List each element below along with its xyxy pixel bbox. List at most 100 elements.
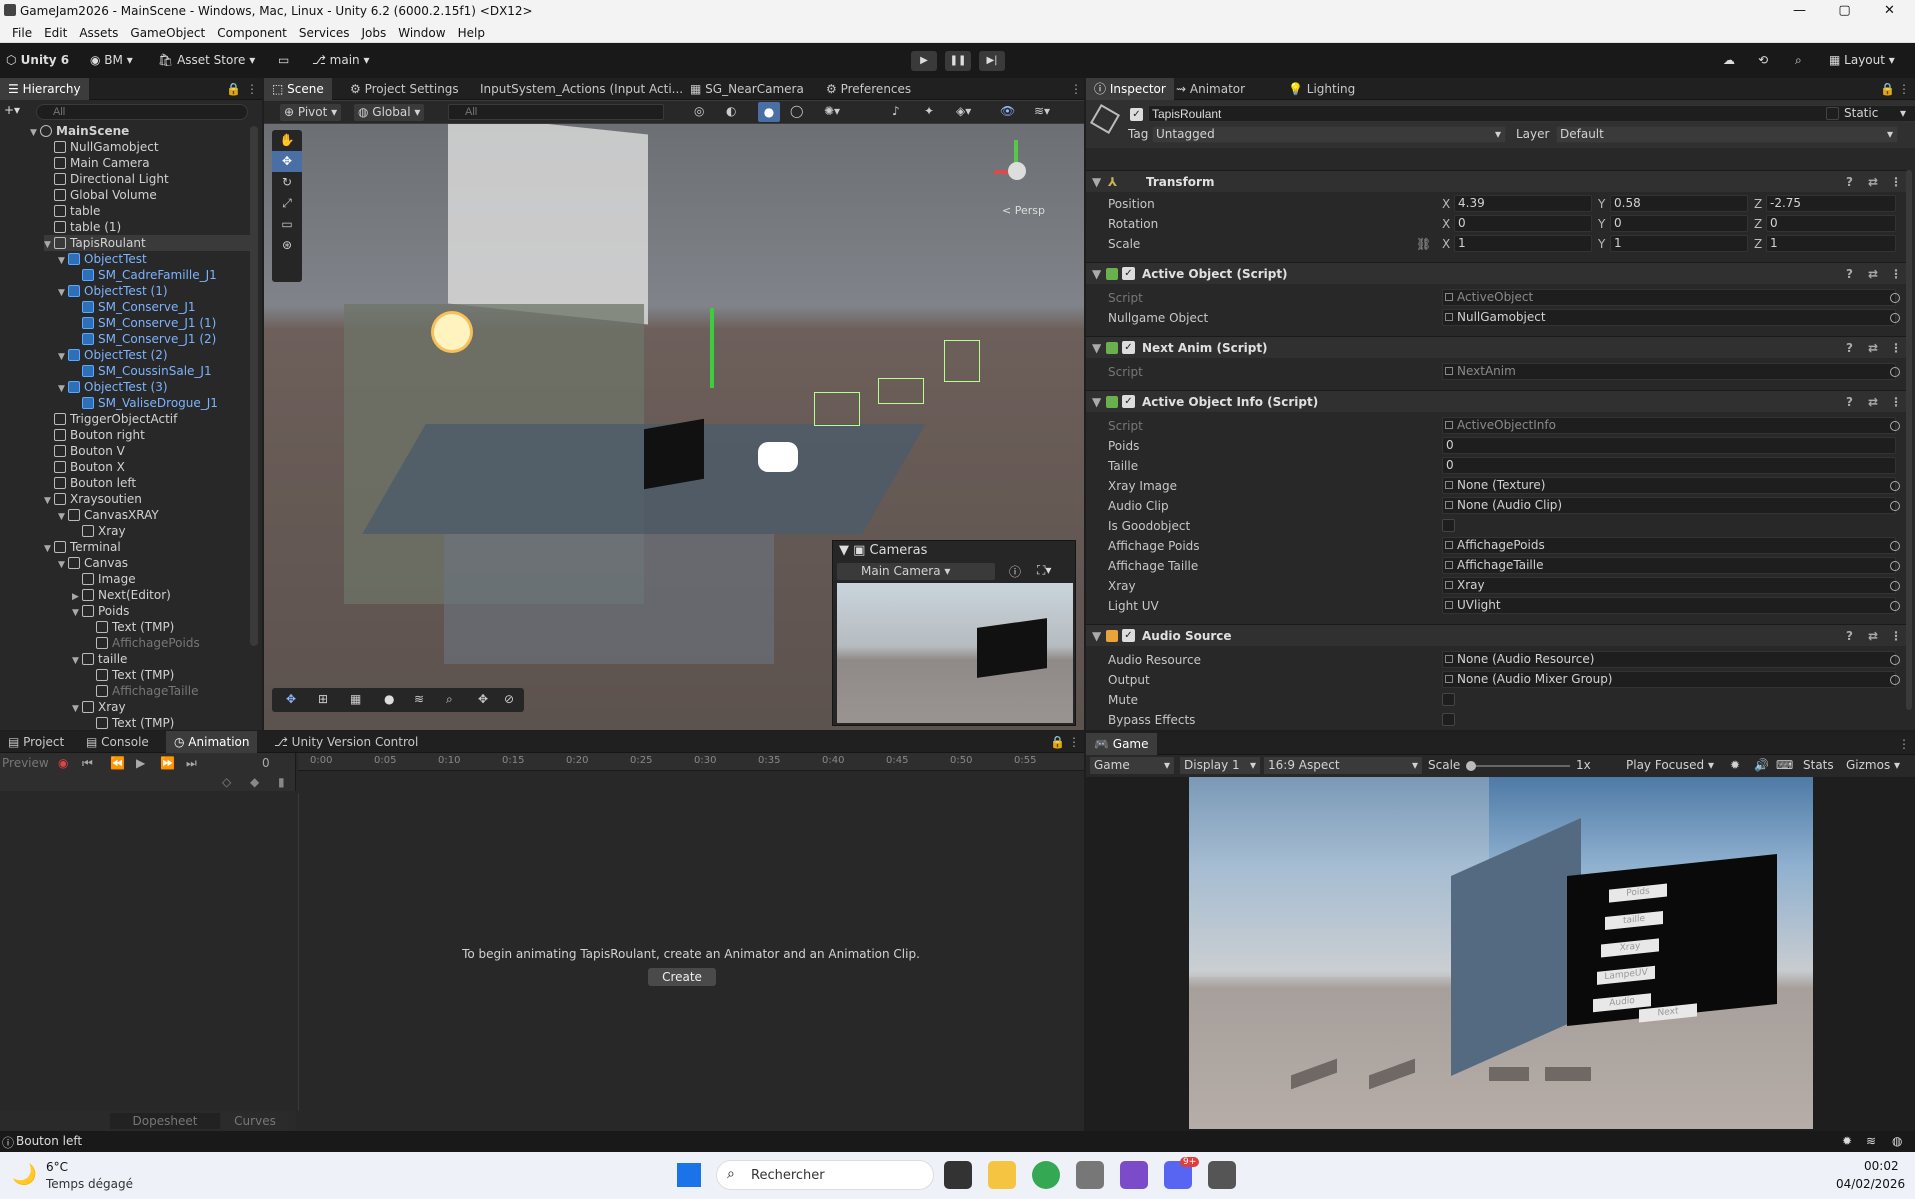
expand-arrow-icon[interactable]: ▼ xyxy=(44,541,54,557)
display-dropdown[interactable]: Display 1 ▾ xyxy=(1180,757,1260,774)
rotation-y-field[interactable]: 0 xyxy=(1610,215,1748,232)
weather-desc[interactable]: Temps dégagé xyxy=(46,1177,133,1191)
chrome-icon[interactable] xyxy=(1032,1161,1060,1189)
expand-arrow-icon[interactable]: ▼ xyxy=(58,381,68,397)
lock-icon[interactable]: 🔒 xyxy=(226,82,241,96)
layer-dropdown[interactable]: Default ▾ xyxy=(1556,126,1898,143)
overlay-layers-icon[interactable]: ≋ xyxy=(414,692,424,706)
game-terminal-button[interactable]: Poids xyxy=(1609,883,1667,903)
add-event-icon[interactable]: ◆ xyxy=(250,775,259,789)
component-menu-icon[interactable]: ⋮ xyxy=(1890,625,1902,647)
game-terminal-button[interactable]: Xray xyxy=(1601,938,1659,958)
tab-game[interactable]: 🎮 Game xyxy=(1086,733,1157,755)
persp-label[interactable]: < Persp xyxy=(1002,204,1045,217)
transform-header[interactable]: ▼ ⅄ Transform? ⇄ ⋮ xyxy=(1086,170,1906,192)
frame-field[interactable]: 0 xyxy=(262,756,270,770)
audio-source-header[interactable]: ▼ ✓ Audio Source? ⇄ ⋮ xyxy=(1086,624,1906,646)
hierarchy-item[interactable]: SM_Conserve_J1 (2) xyxy=(72,331,216,347)
status-message[interactable]: Bouton left xyxy=(16,1134,82,1148)
object-name-input[interactable] xyxy=(1148,105,1915,122)
step-button[interactable]: ▶| xyxy=(979,51,1005,71)
menu-component[interactable]: Component xyxy=(217,26,287,40)
object-picker-icon[interactable] xyxy=(1890,367,1900,377)
overlay-align-icon[interactable]: ⊞ xyxy=(318,692,328,706)
object-picker-icon[interactable] xyxy=(1890,601,1900,611)
menu-gameobject[interactable]: GameObject xyxy=(130,26,205,40)
clock-time[interactable]: 00:02 xyxy=(1864,1159,1899,1173)
hand-tool-icon[interactable]: ✋ xyxy=(272,130,302,151)
orientation-gizmo[interactable] xyxy=(990,140,1050,200)
hierarchy-item[interactable]: NullGamobject xyxy=(44,139,159,155)
scale-tool-icon[interactable]: ⤢ xyxy=(272,193,302,214)
property-field[interactable]: None (Audio Clip) xyxy=(1442,497,1896,514)
component-menu-icon[interactable]: ⋮ xyxy=(1890,337,1902,359)
hierarchy-item[interactable]: ▼ ObjectTest (2) xyxy=(58,347,168,363)
position-y-field[interactable]: 0.58 xyxy=(1610,195,1748,212)
menu-services[interactable]: Services xyxy=(299,26,350,40)
taskbar-search[interactable]: ⌕ Rechercher xyxy=(716,1160,934,1190)
filter-icon[interactable]: ▮ xyxy=(278,775,285,789)
hierarchy-item[interactable]: Bouton X xyxy=(44,459,125,475)
menu-jobs[interactable]: Jobs xyxy=(362,26,387,40)
rect-tool-icon[interactable]: ▭ xyxy=(272,214,302,235)
object-picker-icon[interactable] xyxy=(1890,581,1900,591)
component-menu-icon[interactable]: ⋮ xyxy=(1890,171,1902,193)
curves-button[interactable]: Curves xyxy=(222,1113,288,1129)
minimize-button[interactable]: — xyxy=(1777,0,1822,23)
menu-edit[interactable]: Edit xyxy=(44,26,67,40)
branch-dropdown[interactable]: ⎇ main ▾ xyxy=(312,50,369,71)
hierarchy-item[interactable]: SM_CoussinSale_J1 xyxy=(72,363,212,379)
hierarchy-item[interactable]: ▼ taille xyxy=(72,651,127,667)
property-field[interactable]: None (Audio Resource) xyxy=(1442,651,1896,668)
visibility-icon[interactable]: 👁 xyxy=(1000,104,1015,118)
component-enabled-checkbox[interactable]: ✓ xyxy=(1122,629,1135,642)
next-keyframe-icon[interactable]: ⏩ xyxy=(160,756,175,770)
active-object-header[interactable]: ▼ ✓ Active Object (Script)? ⇄ ⋮ xyxy=(1086,262,1906,284)
maximize-button[interactable]: ▢ xyxy=(1822,0,1867,23)
overlay-grid-icon[interactable]: ▦ xyxy=(350,692,361,706)
preset-icon[interactable]: ⇄ xyxy=(1868,263,1878,285)
last-keyframe-icon[interactable]: ⏭ xyxy=(186,756,197,771)
rotate-tool-icon[interactable]: ↻ xyxy=(272,172,302,193)
more-menu-icon[interactable]: ⋮ xyxy=(1068,735,1080,749)
scene-search-input[interactable] xyxy=(448,104,664,120)
hierarchy-item[interactable]: AffichagePoids xyxy=(86,635,200,651)
property-field[interactable]: 0 xyxy=(1442,457,1896,474)
rotation-x-field[interactable]: 0 xyxy=(1454,215,1592,232)
property-checkbox[interactable] xyxy=(1442,693,1455,706)
hierarchy-item[interactable]: ▼ Canvas xyxy=(58,555,128,571)
object-picker-icon[interactable] xyxy=(1890,313,1900,323)
tab-inspector[interactable]: ⓘ Inspector xyxy=(1086,78,1174,100)
hierarchy-item[interactable]: Text (TMP) xyxy=(86,619,174,635)
expand-arrow-icon[interactable]: ▼ xyxy=(58,253,68,269)
scene-root[interactable]: ▼ MainScene xyxy=(30,123,129,139)
scale-y-field[interactable]: 1 xyxy=(1610,235,1748,252)
tab-version-control[interactable]: ⎇ Unity Version Control xyxy=(266,731,426,753)
file-explorer-icon[interactable] xyxy=(988,1161,1016,1189)
collab-icon[interactable]: ▭ xyxy=(278,50,289,71)
expand-arrow-icon[interactable]: ▼ xyxy=(30,125,40,141)
expand-arrow-icon[interactable]: ▼ xyxy=(72,653,82,669)
component-enabled-checkbox[interactable]: ✓ xyxy=(1122,267,1135,280)
cloud-icon[interactable]: ☁ xyxy=(1723,50,1735,71)
component-menu-icon[interactable]: ⋮ xyxy=(1890,391,1902,413)
discord-icon[interactable]: 9+ xyxy=(1164,1157,1200,1189)
hierarchy-item[interactable]: ▼ Xraysoutien xyxy=(44,491,142,507)
hierarchy-item[interactable]: ▶ Next(Editor) xyxy=(72,587,171,603)
more-menu-icon[interactable]: ⋮ xyxy=(246,82,258,96)
tab-sg-nearcamera[interactable]: ▦ SG_NearCamera xyxy=(682,78,812,100)
hierarchy-item[interactable]: ▼ CanvasXRAY xyxy=(58,507,159,523)
preset-icon[interactable]: ⇄ xyxy=(1868,171,1878,193)
scale-slider-thumb[interactable] xyxy=(1466,761,1476,771)
transform-tool-icon[interactable]: ⊛ xyxy=(272,235,302,256)
add-keyframe-icon[interactable]: ◇ xyxy=(222,775,231,789)
keyboard-icon[interactable]: ⌨ xyxy=(1776,758,1793,772)
preset-icon[interactable]: ⇄ xyxy=(1868,625,1878,647)
play-anim-icon[interactable]: ▶ xyxy=(136,756,145,770)
hierarchy-item[interactable]: Text (TMP) xyxy=(86,715,174,730)
static-checkbox[interactable] xyxy=(1826,107,1839,120)
hierarchy-item[interactable]: Bouton V xyxy=(44,443,125,459)
hierarchy-item[interactable]: ▼ ObjectTest (1) xyxy=(58,283,168,299)
menu-file[interactable]: File xyxy=(12,26,32,40)
property-field[interactable]: None (Texture) xyxy=(1442,477,1896,494)
